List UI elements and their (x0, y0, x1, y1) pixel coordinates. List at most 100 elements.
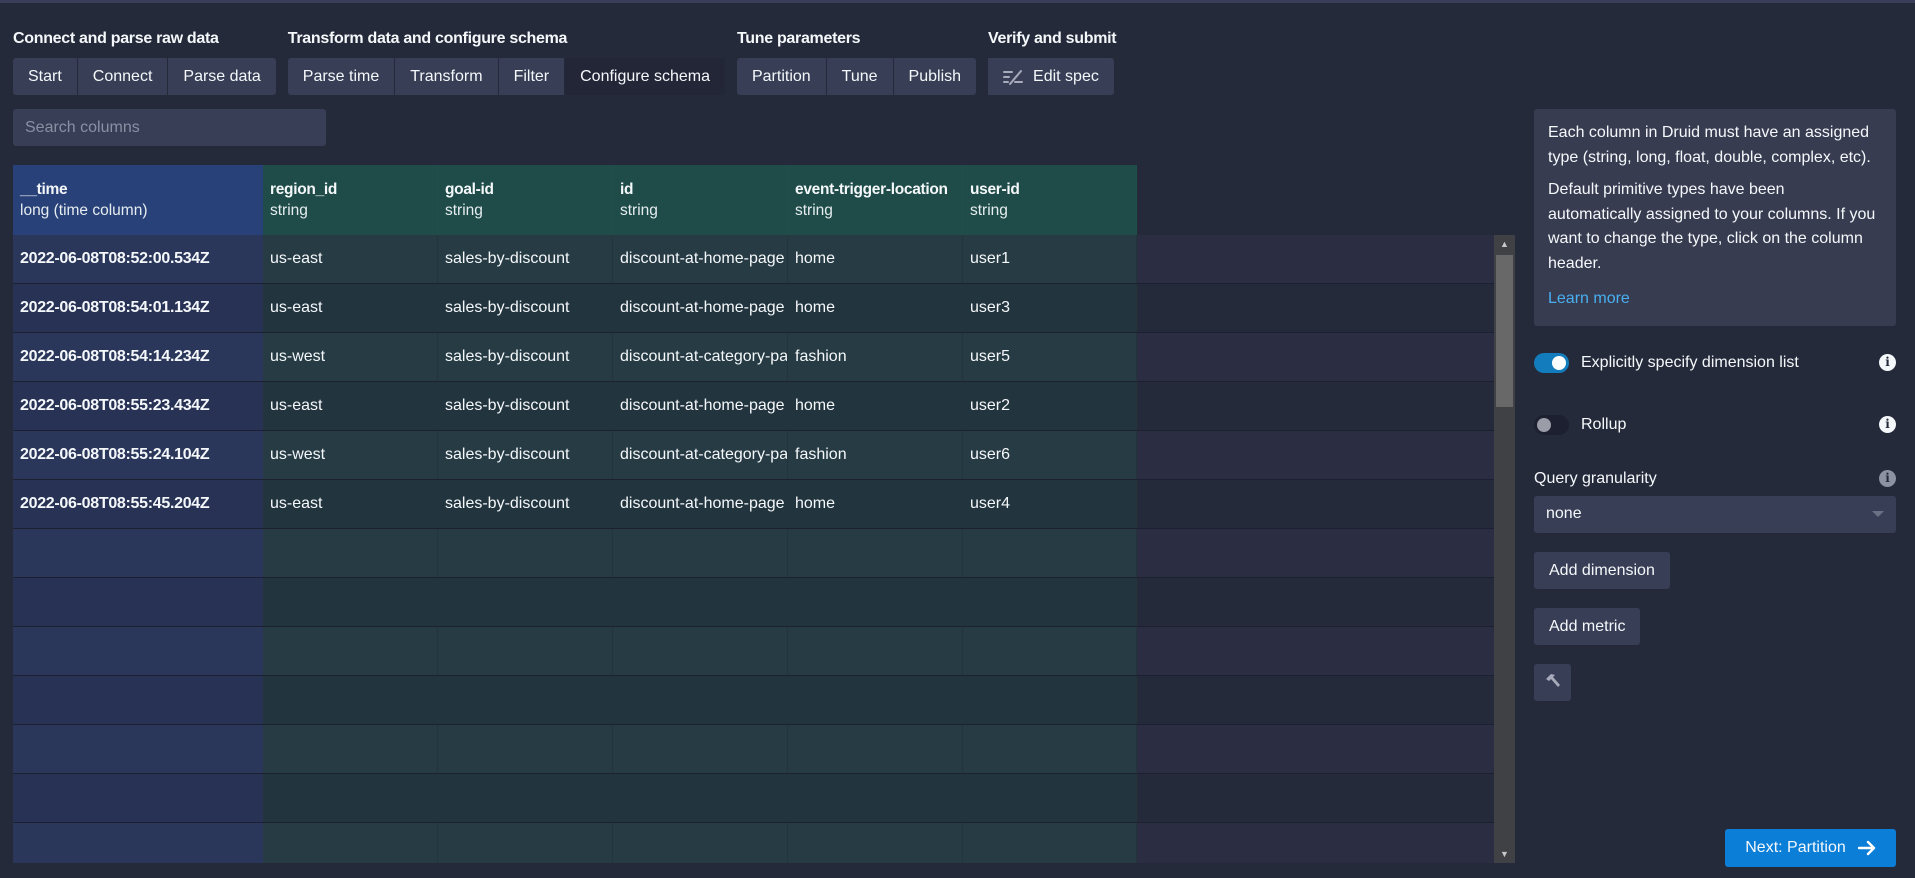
column-header-id[interactable]: id string (613, 165, 788, 235)
step-group-title: Verify and submit (988, 30, 1117, 47)
row-filler (1137, 774, 1495, 822)
table-cell (963, 627, 1137, 675)
step-configure-schema-button[interactable]: Configure schema (565, 58, 725, 95)
table-cell: home (788, 284, 963, 332)
step-tune-button[interactable]: Tune (826, 58, 894, 95)
column-header-time[interactable]: __time long (time column) (13, 165, 263, 235)
step-start-button[interactable]: Start (13, 58, 78, 95)
step-group-tune: Tune parameters Partition Tune Publish (736, 29, 977, 95)
table-cell: discount-at-category-page (613, 431, 788, 479)
table-cell (263, 627, 438, 675)
table-cell: sales-by-discount (438, 235, 613, 283)
info-icon[interactable]: i (1879, 470, 1896, 487)
table-cell (788, 578, 963, 626)
step-edit-spec-button[interactable]: Edit spec (988, 58, 1114, 95)
table-cell (963, 529, 1137, 577)
table-cell: sales-by-discount (438, 284, 613, 332)
row-filler (1137, 676, 1495, 724)
column-header-goal-id[interactable]: goal-id string (438, 165, 613, 235)
table-cell (788, 725, 963, 773)
row-filler (1137, 480, 1495, 528)
step-partition-button[interactable]: Partition (736, 58, 827, 95)
step-parse-time-button[interactable]: Parse time (287, 58, 396, 95)
column-header-event-trigger-location[interactable]: event-trigger-location string (788, 165, 963, 235)
column-type: string (620, 202, 658, 219)
table-row: 2022-06-08T08:55:24.104Z us-west sales-by-… (13, 431, 1495, 480)
table-cell: 2022-06-08T08:54:14.234Z (13, 333, 263, 381)
edit-spec-label: Edit spec (1033, 68, 1099, 85)
row-filler (1137, 333, 1495, 381)
step-publish-button[interactable]: Publish (893, 58, 977, 95)
table-cell (438, 627, 613, 675)
table-cell (788, 529, 963, 577)
column-name: event-trigger-location (795, 181, 948, 198)
table-cell: sales-by-discount (438, 431, 613, 479)
table-cell (13, 578, 263, 626)
build-button[interactable] (1534, 663, 1571, 701)
table-row-empty (13, 725, 1495, 774)
step-parse-data-button[interactable]: Parse data (168, 58, 276, 95)
step-transform-button[interactable]: Transform (395, 58, 499, 95)
table-cell (613, 823, 788, 863)
info-icon[interactable]: i (1879, 354, 1896, 371)
table-row-empty (13, 774, 1495, 823)
table-cell: 2022-06-08T08:52:00.534Z (13, 235, 263, 283)
rollup-toggle[interactable] (1534, 414, 1569, 435)
column-type: long (time column) (20, 202, 148, 219)
column-header-user-id[interactable]: user-id string (963, 165, 1137, 235)
query-granularity-select[interactable]: none (1534, 495, 1896, 533)
table-header-row: __time long (time column) region_id stri… (13, 165, 1515, 235)
header-filler (1137, 165, 1515, 235)
table-cell: us-east (263, 284, 438, 332)
next-partition-button[interactable]: Next: Partition (1725, 829, 1896, 867)
scroll-down-arrow-icon[interactable]: ▼ (1494, 845, 1515, 863)
table-cell (13, 529, 263, 577)
table-scrollbar[interactable]: ▲ ▼ (1494, 235, 1515, 863)
row-filler (1137, 284, 1495, 332)
row-filler (1137, 627, 1495, 675)
table-cell (13, 774, 263, 822)
schema-table: __time long (time column) region_id stri… (13, 165, 1515, 863)
table-cell (13, 676, 263, 724)
table-cell: home (788, 235, 963, 283)
table-cell: fashion (788, 431, 963, 479)
add-dimension-button[interactable]: Add dimension (1534, 551, 1670, 589)
step-connect-button[interactable]: Connect (77, 58, 169, 95)
step-group-title: Tune parameters (736, 30, 861, 47)
search-columns-input[interactable] (13, 109, 326, 146)
explicit-dimensions-row: Explicitly specify dimension list i (1534, 352, 1896, 374)
row-filler (1137, 235, 1495, 283)
table-row: 2022-06-08T08:55:23.434Z us-east sales-by-… (13, 382, 1495, 431)
scroll-up-arrow-icon[interactable]: ▲ (1494, 235, 1515, 253)
column-type: string (795, 202, 833, 219)
table-cell: home (788, 480, 963, 528)
table-cell: us-west (263, 333, 438, 381)
column-header-region-id[interactable]: region_id string (263, 165, 438, 235)
step-group-title: Connect and parse raw data (13, 30, 219, 47)
info-icon[interactable]: i (1879, 416, 1896, 433)
step-navigation: Connect and parse raw data Start Connect… (13, 29, 1128, 95)
scrollbar-thumb[interactable] (1496, 255, 1513, 407)
table-cell: discount-at-home-page (613, 480, 788, 528)
table-cell: user3 (963, 284, 1137, 332)
column-type: string (270, 202, 308, 219)
chevron-down-icon (1872, 511, 1884, 517)
table-cell (613, 578, 788, 626)
row-filler (1137, 382, 1495, 430)
arrow-right-icon (1857, 840, 1875, 856)
step-group-connect: Connect and parse raw data Start Connect… (13, 29, 276, 95)
add-metric-button[interactable]: Add metric (1534, 607, 1641, 645)
learn-more-link[interactable]: Learn more (1548, 287, 1630, 312)
table-cell (263, 774, 438, 822)
column-name: user-id (970, 181, 1020, 198)
table-cell: sales-by-discount (438, 480, 613, 528)
table-cell (963, 676, 1137, 724)
table-cell (963, 578, 1137, 626)
table-cell (263, 676, 438, 724)
step-filter-button[interactable]: Filter (498, 58, 566, 95)
table-body: 2022-06-08T08:52:00.534Z us-east sales-by-… (13, 235, 1495, 863)
explicit-dimensions-toggle[interactable] (1534, 352, 1569, 373)
table-row-empty (13, 627, 1495, 676)
table-cell: discount-at-home-page (613, 382, 788, 430)
hammer-icon (1545, 674, 1560, 687)
